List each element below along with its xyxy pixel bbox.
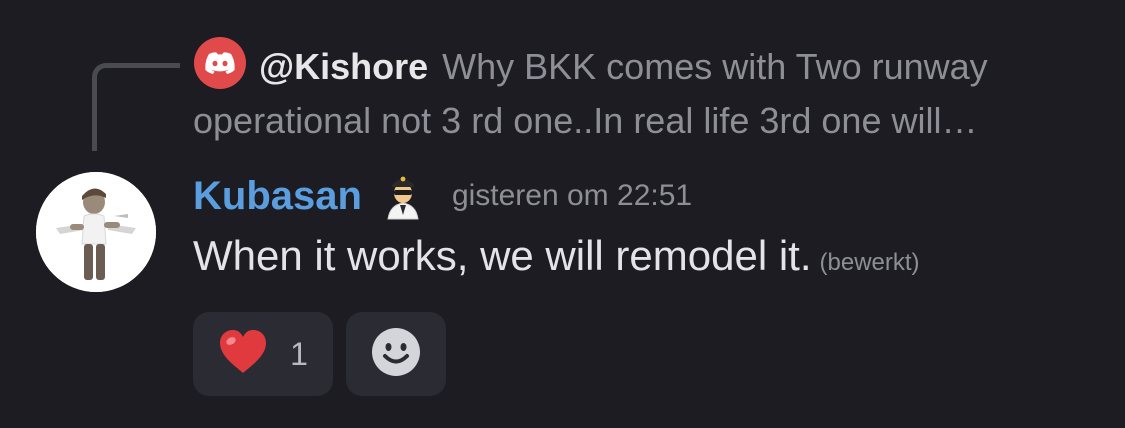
message-text: When it works, we will remodel it. xyxy=(193,232,812,279)
reply-author[interactable]: @Kishore xyxy=(259,46,428,87)
message-view: @Kishore Why BKK comes with Two runway op… xyxy=(0,0,1125,428)
smiley-icon xyxy=(370,326,422,383)
reaction-count: 1 xyxy=(290,335,308,372)
edited-label: (bewerkt) xyxy=(819,249,920,276)
reply-connector xyxy=(92,63,180,151)
police-officer-icon xyxy=(376,169,430,223)
add-reaction-button[interactable] xyxy=(346,312,446,396)
reply-preview[interactable]: @Kishore Why BKK comes with Two runway op… xyxy=(193,40,1073,148)
message-content: When it works, we will remodel it. (bewer… xyxy=(193,232,920,280)
reaction-heart[interactable]: 1 xyxy=(193,312,333,396)
avatar[interactable] xyxy=(36,172,156,292)
timestamp: gisteren om 22:51 xyxy=(451,179,693,212)
message-header: Kubasan gisteren om 22:51 xyxy=(193,168,692,224)
username[interactable]: Kubasan xyxy=(193,174,362,219)
red-heart-icon xyxy=(218,329,268,380)
